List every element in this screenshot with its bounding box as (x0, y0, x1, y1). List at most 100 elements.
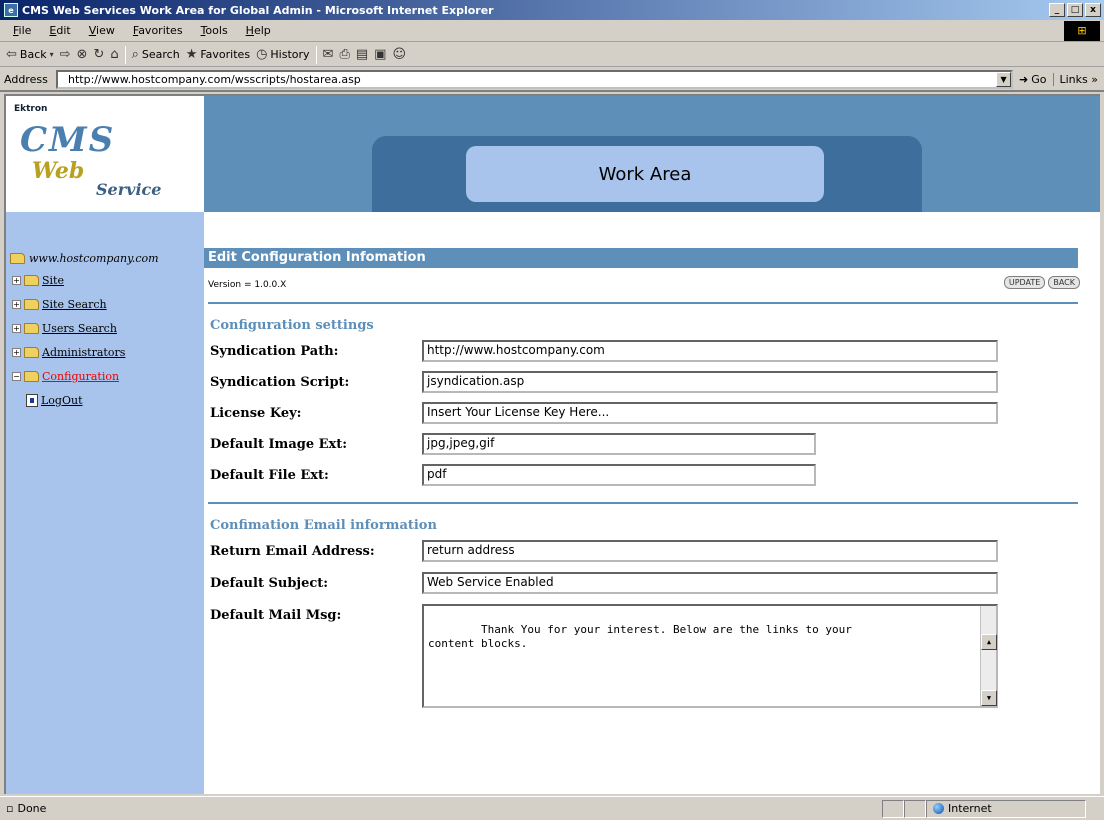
print-icon: ⎙ (339, 47, 350, 62)
window-title: CMS Web Services Work Area for Global Ad… (22, 3, 494, 17)
close-button[interactable]: x (1085, 3, 1101, 17)
sidebar-item-site[interactable]: + Site (12, 274, 64, 287)
maximize-button[interactable]: □ (1067, 3, 1083, 17)
default-mail-msg-text: Thank You for your interest. Below are t… (428, 623, 852, 650)
forward-arrow-icon: ⇨ (59, 47, 71, 62)
search-icon: ⌕ (131, 47, 139, 62)
discuss-icon: ▣ (374, 47, 387, 62)
back-arrow-icon: ⇦ (6, 47, 17, 62)
logo-service: Service (96, 180, 162, 199)
sidebar-root[interactable]: www.hostcompany.com (10, 252, 159, 265)
sidebar-item-users-search[interactable]: + Users Search (12, 322, 117, 335)
folder-icon (24, 299, 39, 310)
default-file-ext-input[interactable]: pdf (422, 464, 816, 486)
mail-icon: ✉ (322, 47, 334, 62)
menu-tools[interactable]: Tools (192, 24, 237, 37)
syndication-path-input[interactable]: http://www.hostcompany.com (422, 340, 998, 362)
sidebar-root-label: www.hostcompany.com (29, 252, 159, 265)
status-panel (904, 799, 926, 818)
refresh-icon: ↻ (93, 47, 105, 62)
links-button[interactable]: Links » (1052, 72, 1104, 86)
textarea-scrollbar[interactable]: ▲ ▼ (980, 606, 997, 706)
favorites-button[interactable]: ★ Favorites (186, 47, 250, 62)
menu-help[interactable]: Help (237, 24, 280, 37)
status-panel (882, 799, 904, 818)
default-subject-label: Default Subject: (210, 576, 329, 591)
home-button[interactable]: ⌂ (110, 47, 118, 62)
stop-button[interactable]: ⊗ (77, 47, 88, 62)
search-button[interactable]: ⌕ Search (132, 47, 180, 62)
open-folder-icon (24, 371, 39, 382)
back-page-button[interactable]: BACK (1048, 276, 1080, 289)
scroll-down-icon[interactable]: ▼ (981, 690, 997, 706)
expand-icon[interactable]: + (12, 324, 21, 333)
history-button[interactable]: ◷ History (256, 47, 309, 62)
page-title: Edit Configuration Infomation (204, 248, 1078, 268)
folder-icon (24, 275, 39, 286)
search-label: Search (141, 48, 180, 61)
sidebar-item-label[interactable]: Configuration (42, 370, 119, 383)
back-button[interactable]: ⇦ Back ▾ (6, 47, 54, 62)
messenger-icon: ☺ (392, 47, 407, 62)
default-image-ext-input[interactable]: jpg,jpeg,gif (422, 433, 816, 455)
sidebar-item-label[interactable]: Site (42, 274, 64, 287)
windows-logo-icon: ⊞ (1064, 21, 1100, 41)
page-content: Ektron CMS Web Service Work Area www.hos… (4, 94, 1100, 794)
sidebar-item-label[interactable]: LogOut (41, 394, 83, 407)
forward-button[interactable]: ⇨ (60, 47, 71, 62)
toolbar-separator (124, 45, 126, 64)
expand-icon[interactable]: + (12, 348, 21, 357)
sidebar-item-label[interactable]: Administrators (42, 346, 125, 359)
favorites-icon: ★ (185, 47, 198, 62)
sidebar-item-site-search[interactable]: + Site Search (12, 298, 107, 311)
sidebar-item-label[interactable]: Site Search (42, 298, 107, 311)
default-image-ext-label: Default Image Ext: (210, 437, 348, 452)
sidebar-item-administrators[interactable]: + Administrators (12, 346, 125, 359)
address-dropdown-icon[interactable]: ▼ (996, 71, 1012, 87)
syndication-script-input[interactable]: jsyndication.asp (422, 371, 998, 393)
mail-button[interactable]: ✉ (323, 47, 334, 62)
default-mail-msg-textarea[interactable]: Thank You for your interest. Below are t… (422, 604, 998, 708)
syndication-script-label: Syndication Script: (210, 375, 350, 390)
collapse-icon[interactable]: − (12, 372, 21, 381)
sidebar-item-logout[interactable]: LogOut (12, 394, 83, 407)
license-key-input[interactable]: Insert Your License Key Here... (422, 402, 998, 424)
sidebar: www.hostcompany.com + Site + Site Search… (6, 212, 204, 794)
default-subject-input[interactable]: Web Service Enabled (422, 572, 998, 594)
cms-logo: Ektron CMS Web Service (6, 96, 204, 212)
browser-window: e CMS Web Services Work Area for Global … (0, 0, 1104, 820)
go-button[interactable]: ➜ Go (1019, 73, 1046, 86)
messenger-button[interactable]: ☺ (392, 47, 406, 62)
menu-favorites[interactable]: Favorites (124, 24, 192, 37)
expand-icon[interactable]: + (12, 276, 21, 285)
refresh-button[interactable]: ↻ (93, 47, 104, 62)
home-icon: ⌂ (110, 47, 119, 62)
menu-file[interactable]: File (4, 24, 40, 37)
minimize-button[interactable]: _ (1049, 3, 1065, 17)
edit-button[interactable]: ▤ (356, 47, 368, 62)
scroll-up-icon[interactable]: ▲ (981, 634, 997, 650)
status-text: Done (17, 802, 47, 815)
menu-bar: File Edit View Favorites Tools Help ⊞ (0, 20, 1104, 42)
sidebar-item-label[interactable]: Users Search (42, 322, 117, 335)
expand-icon[interactable]: + (12, 300, 21, 309)
document-icon (26, 394, 38, 407)
menu-edit[interactable]: Edit (40, 24, 79, 37)
edit-icon: ▤ (355, 47, 369, 62)
address-bar: Address http://www.hostcompany.com/wsscr… (0, 68, 1104, 92)
links-label: Links (1059, 72, 1088, 86)
discuss-button[interactable]: ▣ (374, 47, 386, 62)
sidebar-item-configuration[interactable]: − Configuration (12, 370, 119, 383)
return-email-input[interactable]: return address (422, 540, 998, 562)
logo-cms: CMS (20, 120, 116, 160)
email-section-heading: Confimation Email information (210, 518, 437, 533)
license-key-label: License Key: (210, 406, 302, 421)
divider (208, 502, 1078, 504)
default-mail-msg-label: Default Mail Msg: (210, 608, 342, 623)
toolbar: ⇦ Back ▾ ⇨ ⊗ ↻ ⌂ ⌕ Search ★ Favorites ◷ … (0, 43, 1104, 67)
address-input[interactable]: http://www.hostcompany.com/wsscripts/hos… (56, 69, 1014, 89)
print-button[interactable]: ⎙ (339, 47, 349, 62)
update-button[interactable]: UPDATE (1003, 276, 1046, 289)
menu-view[interactable]: View (80, 24, 124, 37)
config-section-heading: Configuration settings (210, 318, 374, 333)
